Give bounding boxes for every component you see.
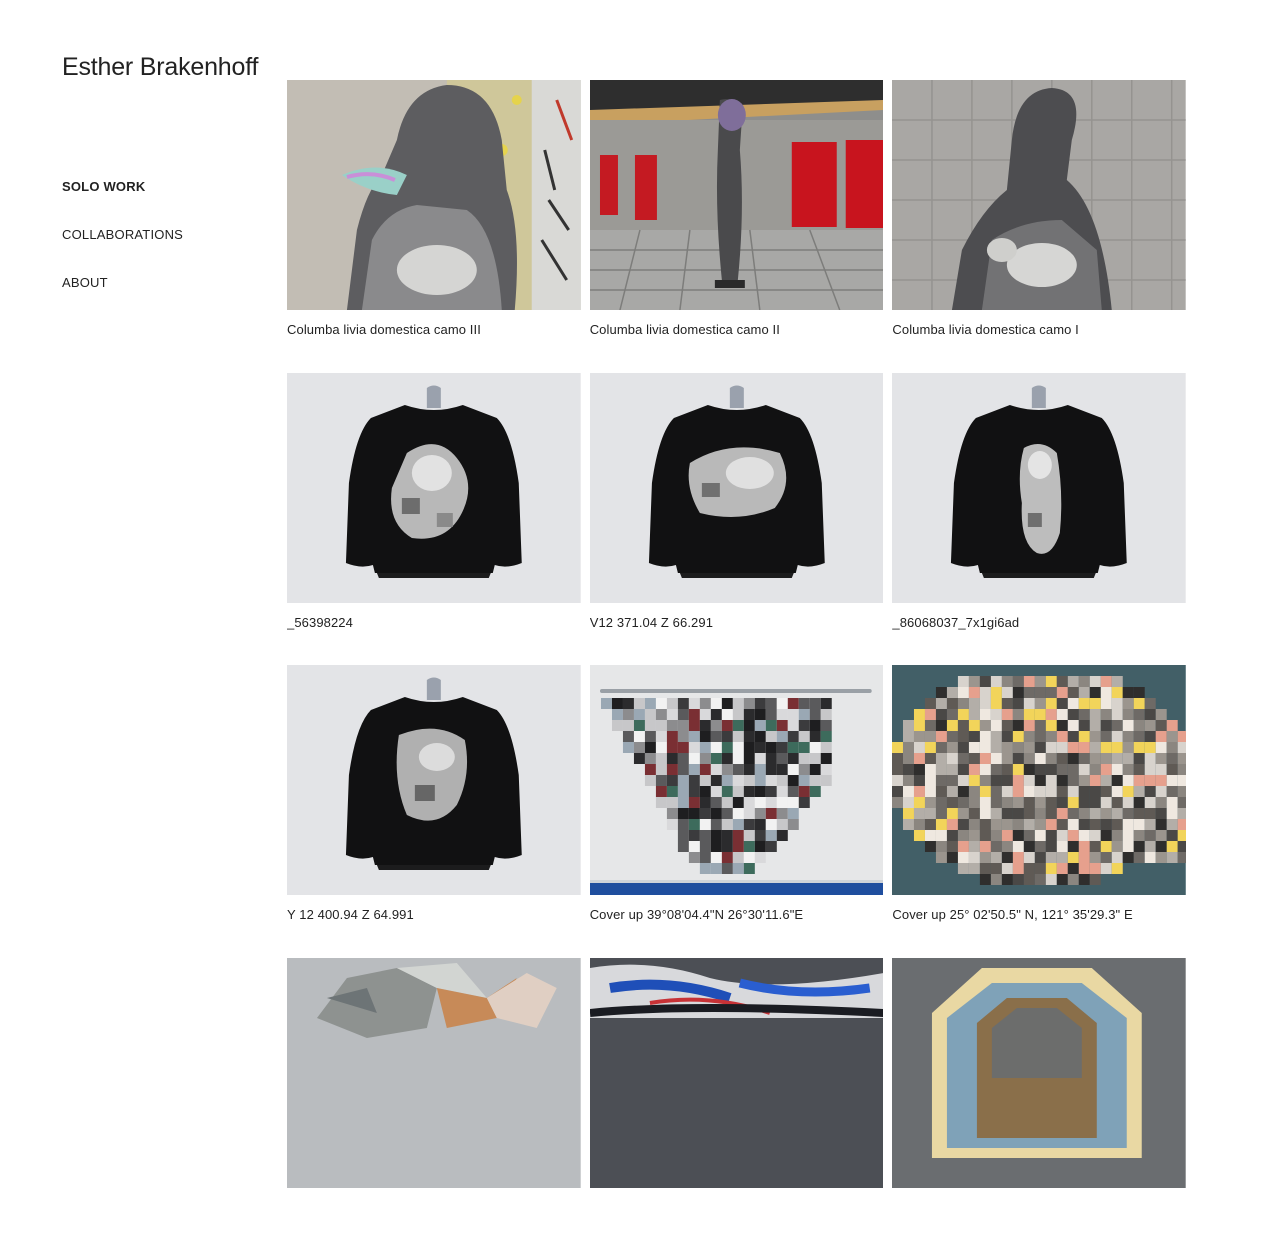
- gallery-item[interactable]: _56398224: [287, 373, 581, 666]
- gallery-caption: _86068037_7x1gi6ad: [892, 615, 1186, 631]
- nav-item-about: ABOUT: [62, 274, 183, 322]
- nav-item-solo-work: SOLO WORK: [62, 178, 183, 226]
- nav-link-solo-work[interactable]: SOLO WORK: [62, 178, 145, 196]
- gallery-item[interactable]: [892, 958, 1186, 1250]
- nav-item-collaborations: COLLABORATIONS: [62, 226, 183, 274]
- gallery-item[interactable]: Y 12 400.94 Z 64.991: [287, 665, 581, 958]
- gallery-item[interactable]: Columba livia domestica camo III: [287, 80, 581, 373]
- gallery-image: [287, 665, 581, 895]
- gallery-item[interactable]: V12 371.04 Z 66.291: [590, 373, 884, 666]
- gallery-image: [287, 373, 581, 603]
- main-nav: SOLO WORK COLLABORATIONS ABOUT: [62, 178, 183, 322]
- gallery-caption: Columba livia domestica camo III: [287, 322, 581, 338]
- gallery-caption: V12 371.04 Z 66.291: [590, 615, 884, 631]
- gallery-caption: _56398224: [287, 615, 581, 631]
- nav-link-about[interactable]: ABOUT: [62, 274, 108, 292]
- gallery-item[interactable]: Columba livia domestica camo II: [590, 80, 884, 373]
- gallery-caption: Y 12 400.94 Z 64.991: [287, 907, 581, 923]
- gallery-grid: Columba livia domestica camo III Columba…: [287, 80, 1186, 1250]
- gallery-caption: Cover up 39°08'04.4"N 26°30'11.6"E: [590, 907, 884, 923]
- gallery-image: [590, 665, 884, 895]
- gallery-image: [287, 958, 581, 1188]
- gallery-image: [287, 80, 581, 310]
- gallery-image: [590, 958, 884, 1188]
- gallery-item[interactable]: Cover up 25° 02'50.5" N, 121° 35'29.3" E: [892, 665, 1186, 958]
- gallery-item[interactable]: Cover up 39°08'04.4"N 26°30'11.6"E: [590, 665, 884, 958]
- gallery-item[interactable]: Columba livia domestica camo I: [892, 80, 1186, 373]
- gallery-image: [590, 373, 884, 603]
- gallery-image: [892, 80, 1186, 310]
- site-title[interactable]: Esther Brakenhoff: [62, 52, 258, 82]
- gallery-item[interactable]: [590, 958, 884, 1250]
- gallery-image: [892, 373, 1186, 603]
- gallery-caption: Cover up 25° 02'50.5" N, 121° 35'29.3" E: [892, 907, 1186, 923]
- gallery-caption: Columba livia domestica camo II: [590, 322, 884, 338]
- gallery-item[interactable]: _86068037_7x1gi6ad: [892, 373, 1186, 666]
- gallery-item[interactable]: [287, 958, 581, 1250]
- gallery-image: [892, 958, 1186, 1188]
- nav-link-collaborations[interactable]: COLLABORATIONS: [62, 226, 183, 244]
- gallery-image: [892, 665, 1186, 895]
- gallery-caption: Columba livia domestica camo I: [892, 322, 1186, 338]
- gallery-image: [590, 80, 884, 310]
- pixel-textile: [892, 676, 1186, 885]
